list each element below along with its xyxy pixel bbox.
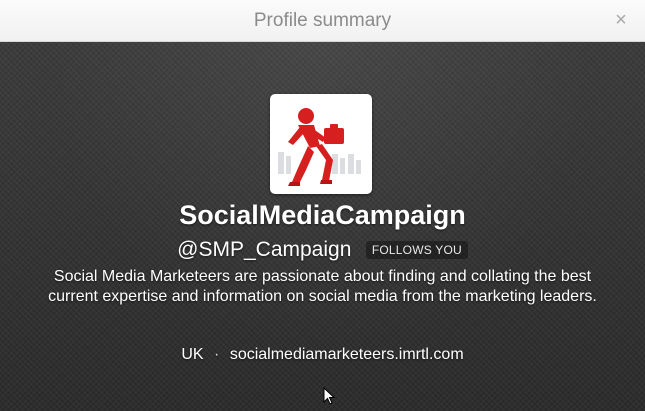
businessman-logo-icon — [278, 108, 361, 186]
separator-dot: · — [214, 346, 220, 363]
close-icon[interactable]: × — [611, 8, 631, 32]
avatar[interactable] — [270, 94, 372, 194]
website-link[interactable]: socialmediamarketeers.imrtl.com — [230, 346, 464, 363]
location: UK — [181, 346, 204, 363]
mouse-pointer-icon — [323, 387, 335, 405]
dialog-title: Profile summary — [253, 10, 392, 31]
screen-name[interactable]: @SMP_Campaign — [177, 238, 351, 261]
profile-bio: Social Media Marketeers are passionate a… — [48, 268, 597, 305]
profile-hero: SocialMediaCampaign @SMP_Campaign FOLLOW… — [0, 42, 645, 411]
follows-you-badge: FOLLOWS YOU — [365, 241, 468, 259]
dialog-header: Profile summary × — [0, 0, 645, 42]
profile-summary-dialog: Profile summary × SocialMediaCampaign @S… — [0, 0, 645, 411]
profile-meta: UK · socialmediamarketeers.imrtl.com — [0, 346, 645, 364]
handle-row: @SMP_Campaign FOLLOWS YOU — [0, 238, 645, 262]
display-name[interactable]: SocialMediaCampaign — [0, 200, 645, 231]
